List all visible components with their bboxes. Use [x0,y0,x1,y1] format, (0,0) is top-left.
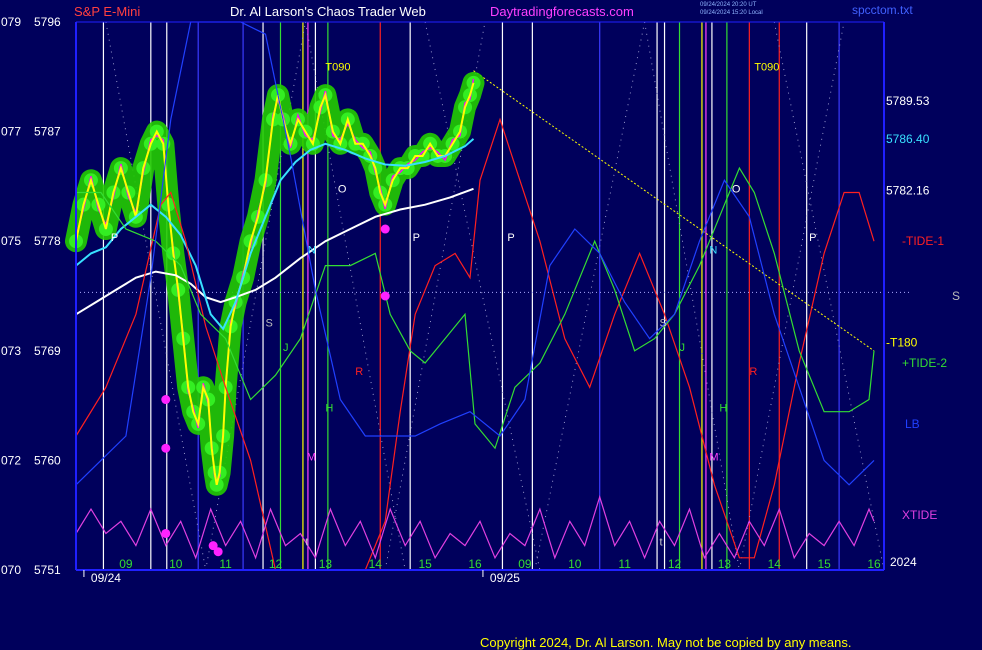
y-tick-label-index: 075 [1,234,21,248]
x-tick-label: 11 [219,557,232,571]
x-tick-label: 13 [718,557,732,571]
legend-label: XTIDE [902,508,937,522]
cycle-dotted-line [534,21,646,571]
cycle-dotted-line [424,21,541,571]
chaos-chart: P S J N H R Mt O T090 P P S J N H R Mt O T090 P 070 5751 072 5… [1,15,960,585]
x-tick-label: 10 [169,557,183,571]
xtide-line [75,494,875,560]
price-level-label: 5786.40 [886,132,930,146]
trend-line [473,70,875,352]
x-tick-label: 14 [369,557,383,571]
marker-h: H [325,403,333,415]
pivot-dot [380,291,390,301]
marker-p: P [111,232,118,244]
x-tick-label: 13 [319,557,333,571]
legend-label: S [952,289,960,303]
marker-s: S [266,317,273,329]
pivot-dot [161,443,171,453]
x-tick-label: 10 [568,557,582,571]
marker-t090: T090 [754,62,779,74]
marker-t090: T090 [325,62,350,74]
y-tick-label-index: 070 [1,563,21,577]
price-level-label: 5782.16 [886,184,930,198]
y-tick-label-price: 5751 [34,563,61,577]
marker-t: t [305,537,308,549]
instrument-title: S&P E-Mini [74,4,141,19]
marker-m: M [307,451,316,463]
year-label: 2024 [890,555,917,569]
marker-t: t [660,537,663,549]
y-tick-label-index: 072 [1,453,21,467]
x-tick-label: 09 [119,557,133,571]
marker-s: S [660,317,667,329]
x-tick-label: 15 [817,557,831,571]
x-tick-label: 12 [269,557,283,571]
pivot-dot [161,395,171,405]
x-tick-label: 15 [418,557,432,571]
copyright: Copyright 2024, Dr. Al Larson. May not b… [480,635,852,650]
y-tick-label-index: 073 [1,344,21,358]
pivot-dot [161,528,171,538]
y-tick-label-price: 5769 [34,344,61,358]
marker-o: O [732,183,741,195]
x-tick-label: 12 [668,557,682,571]
marker-j: J [680,342,686,354]
marker-o: O [338,183,347,195]
date-label: 09/25 [490,571,520,585]
y-tick-label-price: 5796 [34,15,61,29]
marker-j: J [283,342,289,354]
x-tick-label: 16 [468,557,482,571]
legend-label: -T180 [886,335,918,349]
marker-h: H [719,403,727,415]
marker-p: P [413,232,420,244]
x-tick-label: 16 [867,557,881,571]
x-tick-label: 11 [618,557,631,571]
site-title: Dr. Al Larson's Chaos Trader Web [230,4,426,19]
price-level-label: 5789.53 [886,94,930,108]
y-tick-label-price: 5787 [34,125,61,139]
cycle-dotted-line [644,21,740,571]
legend-label: LB [905,417,920,431]
site-link[interactable]: Daytradingforecasts.com [490,4,634,19]
timestamp-ut: 09/24/2024 20:20 UT [700,2,757,8]
price-glow [65,71,485,496]
legend-label: +TIDE-2 [902,356,947,370]
pivot-dot [380,224,390,234]
y-tick-label-index: 077 [1,125,21,139]
marker-p: P [809,232,816,244]
y-tick-label-price: 5778 [34,234,61,248]
timestamp-local: 09/24/2024 15:20 Local [700,10,763,16]
y-tick-label-index: 079 [1,15,21,29]
x-tick-label: 09 [518,557,532,571]
date-label: 09/24 [91,571,121,585]
pivot-dot [213,547,223,557]
marker-n: N [709,244,717,256]
cycle-dotted-line [105,21,207,571]
cycle-dotted-line [773,21,885,571]
marker-p: P [507,232,514,244]
cycle-dotted-line [738,21,845,571]
file-name: spcctom.txt [852,3,913,17]
marker-r: R [749,366,757,378]
legend-label: -TIDE-1 [902,234,944,248]
tide-1-line [75,117,875,571]
marker-n: N [308,244,316,256]
marker-m: M [709,451,718,463]
x-tick-label: 14 [768,557,782,571]
marker-r: R [355,366,363,378]
y-tick-label-price: 5760 [34,453,61,467]
